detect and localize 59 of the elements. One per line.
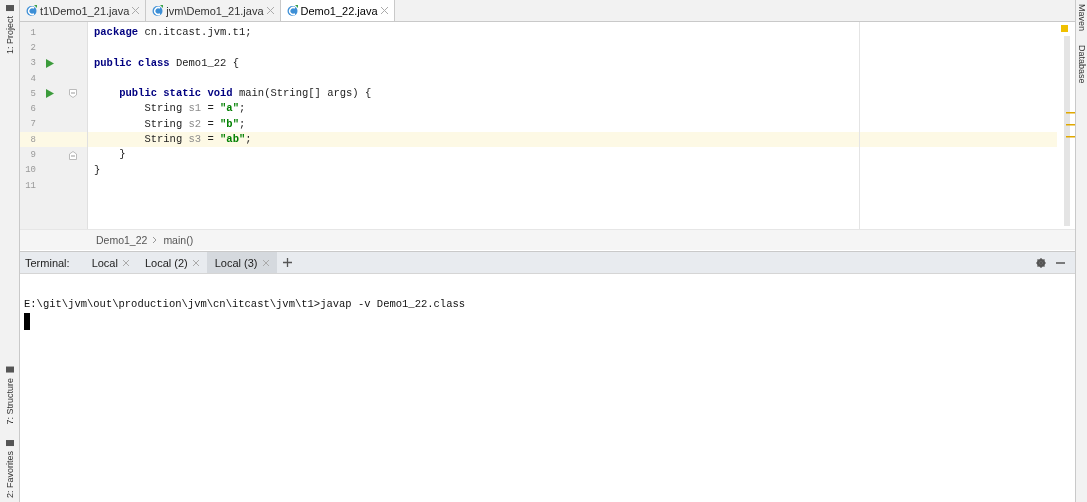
terminal-tab[interactable]: Local (3) — [206, 252, 277, 273]
tool-window-button[interactable]: Maven — [1076, 4, 1087, 31]
code-line: } — [118, 148, 126, 161]
line-number: 6 — [29, 104, 36, 115]
folder-icon — [5, 4, 14, 12]
close-icon[interactable] — [380, 7, 388, 14]
tool-window-button[interactable]: Database — [1076, 45, 1087, 84]
code-line: String s3 = "ab"; — [143, 133, 252, 146]
editor-tab[interactable]: jvm\Demo1_21.java — [146, 0, 281, 21]
code-line: public static void main(String[] args) { — [118, 87, 372, 100]
fold-icon[interactable] — [69, 89, 77, 99]
class-file-icon — [152, 5, 164, 16]
chevron-icon — [153, 237, 158, 243]
scrollbar[interactable] — [1064, 36, 1070, 226]
close-icon[interactable] — [192, 259, 199, 266]
add-icon[interactable] — [282, 258, 292, 267]
code-line: String s2 = "b"; — [143, 117, 246, 130]
line-number: 8 — [29, 134, 36, 145]
minimize-icon[interactable] — [1056, 261, 1065, 264]
editor-tab[interactable]: Demo1_22.java — [280, 0, 395, 21]
line-number: 9 — [29, 150, 36, 160]
code-line: } — [94, 163, 101, 176]
line-number: 4 — [29, 73, 36, 84]
line-number: 10 — [24, 165, 36, 176]
terminal-tab[interactable]: Local (2) — [136, 252, 207, 273]
code-line: String s1 = "a"; — [143, 102, 246, 115]
line-number: 11 — [24, 180, 36, 191]
line-number: 7 — [29, 119, 36, 130]
tool-window-button[interactable]: 1: Project — [4, 16, 15, 55]
close-icon[interactable] — [262, 259, 269, 266]
class-file-icon — [26, 5, 37, 16]
code-line: package cn.itcast.jvm.t1; — [94, 26, 252, 38]
warning-marker[interactable] — [1066, 124, 1075, 126]
class-file-icon — [286, 5, 298, 16]
close-icon[interactable] — [266, 7, 274, 14]
terminal-title: Terminal: — [25, 256, 70, 269]
line-number: 2 — [29, 42, 36, 53]
terminal-line: E:\git\jvm\out\production\jvm\cn\itcast\jvm\t1>javap -v Demo1_22.class — [24, 297, 467, 312]
tool-window-button[interactable]: 7: Structure — [4, 378, 15, 425]
folder-icon — [5, 366, 14, 375]
run-icon[interactable] — [46, 89, 54, 99]
breadcrumb-item[interactable]: Demo1_22 — [96, 234, 148, 246]
fold-icon[interactable] — [69, 150, 77, 160]
settings-icon[interactable] — [1036, 257, 1046, 268]
editor-tab[interactable]: t1\Demo1_21.java — [20, 0, 147, 21]
line-number: 3 — [29, 58, 36, 69]
folder-icon — [5, 438, 14, 447]
close-icon[interactable] — [122, 259, 129, 266]
terminal-tab[interactable]: Local — [83, 252, 137, 273]
run-icon[interactable] — [46, 58, 54, 68]
line-number: 5 — [29, 88, 36, 99]
breadcrumb-item[interactable]: main() — [163, 234, 194, 246]
close-icon[interactable] — [132, 7, 140, 14]
code-line: public class Demo1_22 { — [94, 56, 239, 69]
warning-marker[interactable] — [1066, 112, 1075, 114]
text-cursor — [24, 313, 30, 330]
warning-marker[interactable] — [1066, 136, 1075, 138]
tool-window-button[interactable]: 2: Favorites — [4, 450, 15, 498]
line-number: 1 — [29, 27, 36, 38]
